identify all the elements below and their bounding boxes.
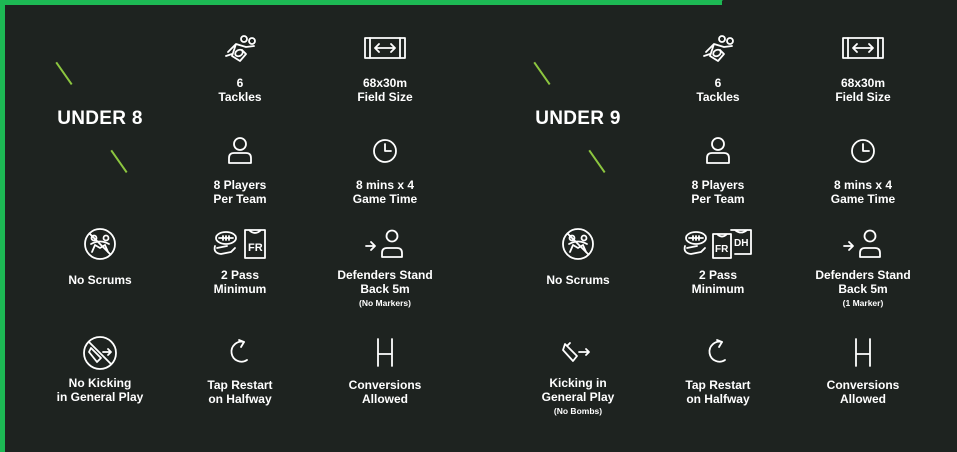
players-cell: 8 Players Per Team: [658, 136, 778, 206]
decorative-slash-bottom: [588, 149, 606, 174]
tap-restart-icon: [658, 336, 778, 368]
pass-label: 2 Pass Minimum: [691, 268, 745, 296]
tackles-label: 6 Tackles: [218, 76, 262, 104]
defenders-label: Defenders Stand Back 5m: [337, 268, 433, 296]
pass-fr-icon: FR: [180, 226, 300, 259]
clock-icon: [803, 136, 923, 168]
goalpost-icon: [325, 336, 445, 368]
age-group-title: UNDER 9: [535, 108, 621, 129]
field-size-label: 68x30m Field Size: [835, 76, 891, 104]
svg-text:FR: FR: [715, 244, 729, 255]
no-scrums-icon: [40, 226, 160, 260]
conversions-label: Conversions Allowed: [826, 378, 900, 406]
tap-restart-icon: [180, 336, 300, 368]
clock-icon: [325, 136, 445, 168]
under-8-panel: UNDER 8 6 Tackles 68x30m Field Size 8 Pl…: [0, 0, 478, 452]
kicking-icon: [518, 334, 638, 366]
defenders-cell: Defenders Stand Back 5m (1 Marker): [803, 226, 923, 309]
restart-label: Tap Restart on Halfway: [685, 378, 751, 406]
kicking-label: Kicking in General Play: [541, 376, 615, 404]
age-group-title: UNDER 8: [57, 108, 143, 129]
under-9-panel: UNDER 9 6 Tackles 68x30m Field Size 8 Pl…: [478, 0, 956, 452]
field-size-cell: 68x30m Field Size: [803, 34, 923, 104]
tackle-icon: [658, 34, 778, 66]
pass-label: 2 Pass Minimum: [213, 268, 267, 296]
pass-cell: FR DH 2 Pass Minimum: [658, 226, 778, 296]
tackles-label: 6 Tackles: [696, 76, 740, 104]
tackles-cell: 6 Tackles: [180, 34, 300, 104]
kicking-cell: Kicking in General Play (No Bombs): [518, 334, 638, 417]
restart-cell: Tap Restart on Halfway: [658, 336, 778, 406]
pass-cell: FR 2 Pass Minimum: [180, 226, 300, 296]
decorative-slash-top: [55, 61, 73, 86]
defenders-icon: [325, 226, 445, 258]
scrums-cell: No Scrums: [40, 226, 160, 287]
svg-text:FR: FR: [248, 242, 263, 254]
tackle-icon: [180, 34, 300, 66]
defenders-icon: [803, 226, 923, 258]
defenders-cell: Defenders Stand Back 5m (No Markers): [325, 226, 445, 309]
defenders-label: Defenders Stand Back 5m: [815, 268, 911, 296]
restart-label: Tap Restart on Halfway: [207, 378, 273, 406]
no-kicking-icon: [40, 334, 160, 370]
scrums-cell: No Scrums: [518, 226, 638, 287]
decorative-slash-top: [533, 61, 551, 86]
person-icon: [180, 136, 300, 168]
game-time-label: 8 mins x 4 Game Time: [352, 178, 418, 206]
decorative-slash-bottom: [110, 149, 128, 174]
kicking-label: No Kicking in General Play: [56, 376, 144, 404]
kicking-cell: No Kicking in General Play: [40, 334, 160, 406]
field-size-cell: 68x30m Field Size: [325, 34, 445, 104]
field-size-icon: [325, 34, 445, 66]
scrums-label: No Scrums: [68, 273, 132, 287]
game-time-label: 8 mins x 4 Game Time: [830, 178, 896, 206]
defenders-note: (1 Marker): [842, 298, 884, 308]
kicking-note: (No Bombs): [553, 406, 603, 416]
no-scrums-icon: [518, 226, 638, 260]
players-cell: 8 Players Per Team: [180, 136, 300, 206]
field-size-icon: [803, 34, 923, 66]
pass-fr-dh-icon: FR DH: [658, 226, 778, 259]
tackles-cell: 6 Tackles: [658, 34, 778, 104]
conversions-cell: Conversions Allowed: [803, 336, 923, 406]
conversions-cell: Conversions Allowed: [325, 336, 445, 406]
players-label: 8 Players Per Team: [691, 178, 745, 206]
scrums-label: No Scrums: [546, 273, 610, 287]
field-size-label: 68x30m Field Size: [357, 76, 413, 104]
conversions-label: Conversions Allowed: [348, 378, 422, 406]
svg-text:DH: DH: [734, 238, 748, 249]
game-time-cell: 8 mins x 4 Game Time: [803, 136, 923, 206]
players-label: 8 Players Per Team: [213, 178, 267, 206]
person-icon: [658, 136, 778, 168]
defenders-note: (No Markers): [359, 298, 411, 308]
goalpost-icon: [803, 336, 923, 368]
restart-cell: Tap Restart on Halfway: [180, 336, 300, 406]
game-time-cell: 8 mins x 4 Game Time: [325, 136, 445, 206]
